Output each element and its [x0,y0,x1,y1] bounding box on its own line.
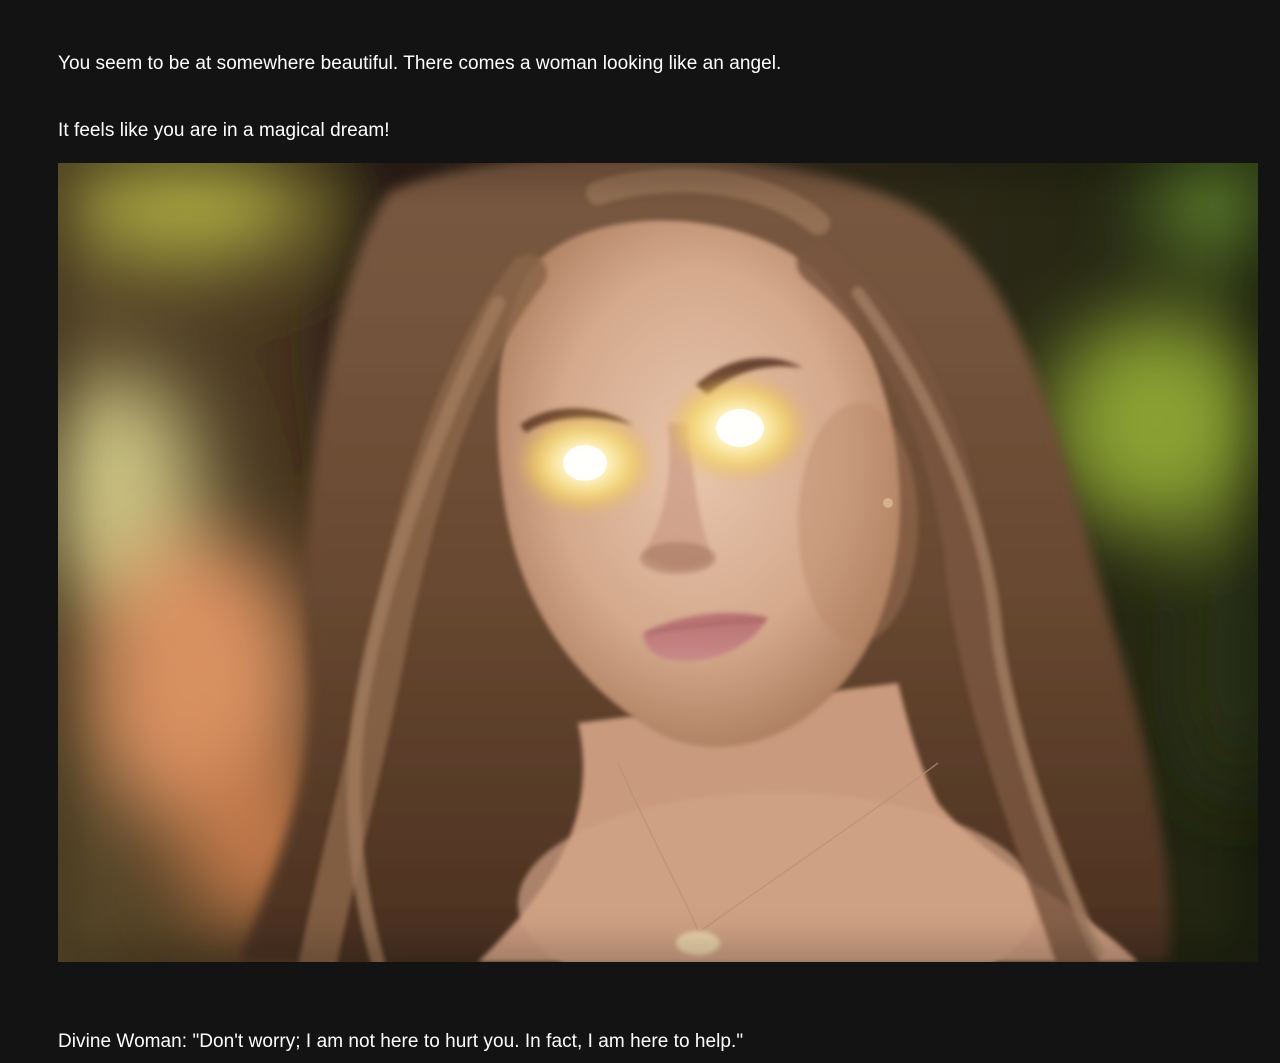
scene-illustration [58,163,1258,962]
divine-woman-illustration [58,163,1258,962]
dialogue-text: Divine Woman: "Don't worry; I am not her… [58,1031,744,1052]
narration-text: It feels like you are in a magical dream… [58,120,390,141]
narration-text: You seem to be at somewhere beautiful. T… [58,53,782,74]
